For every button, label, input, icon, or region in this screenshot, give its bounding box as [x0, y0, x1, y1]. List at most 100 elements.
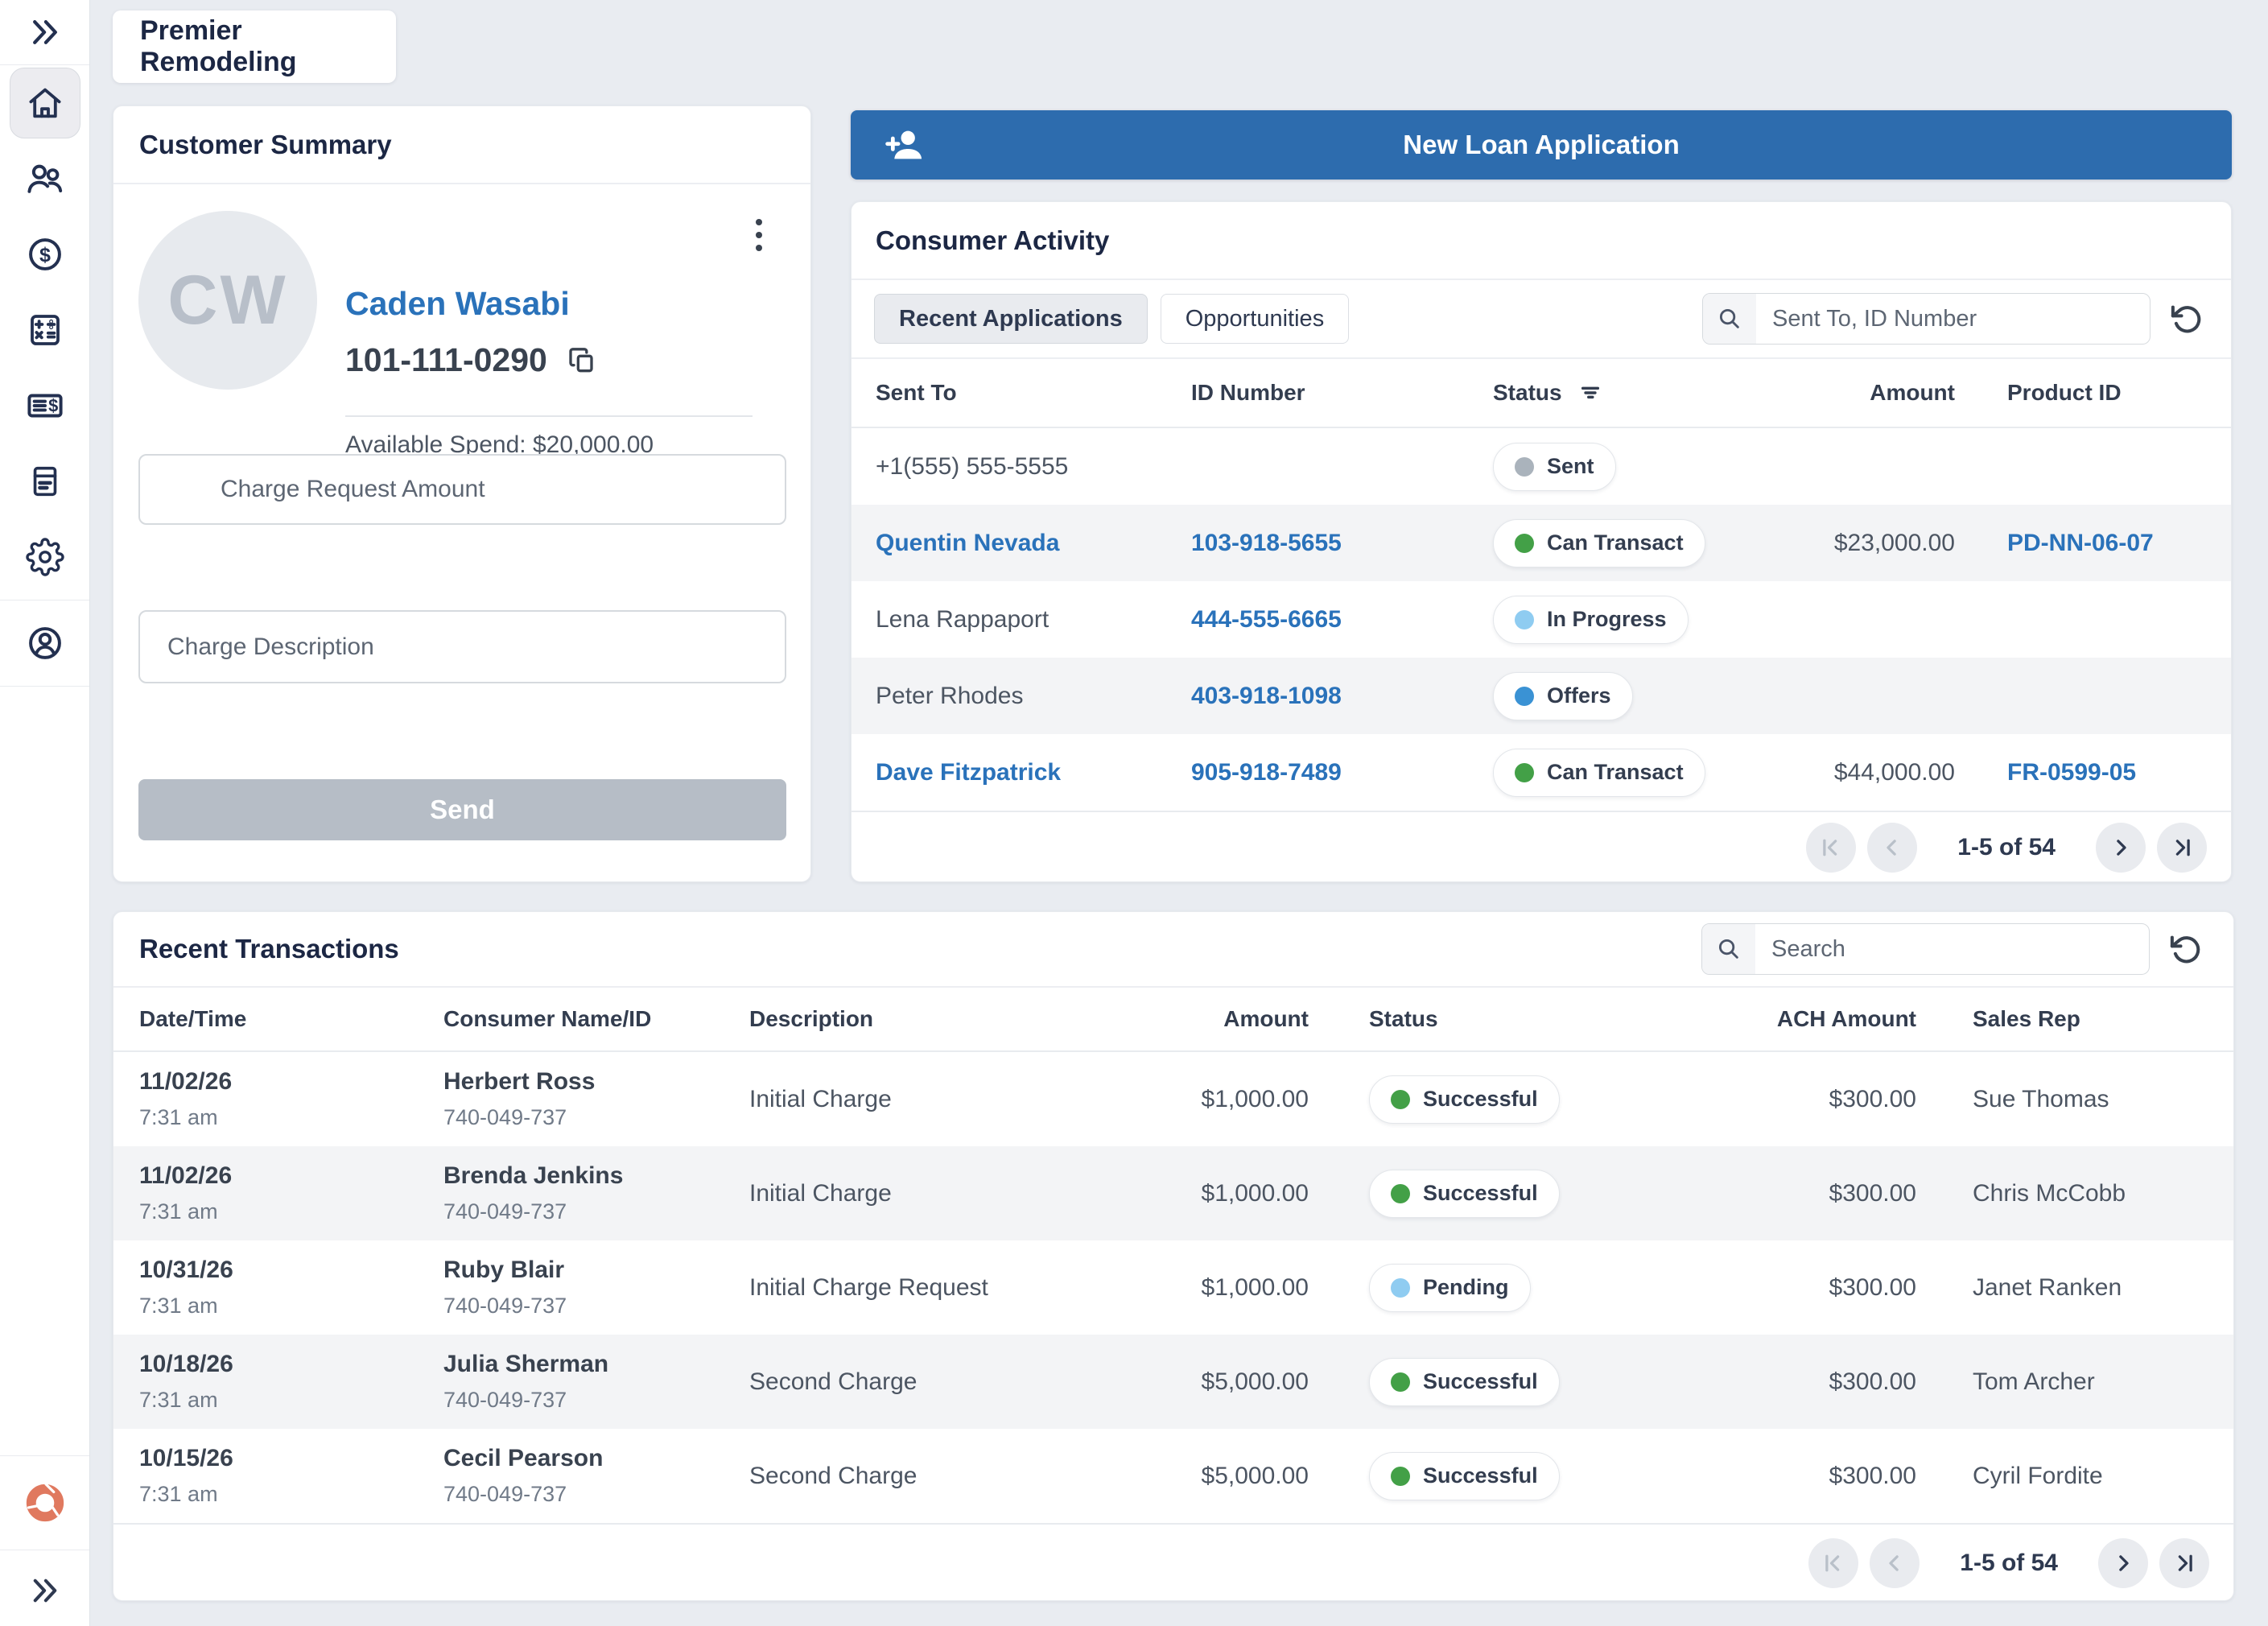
status-dot — [1515, 763, 1534, 782]
status-dot — [1515, 610, 1534, 629]
status-dot — [1391, 1372, 1410, 1392]
description: Initial Charge Request — [749, 1274, 1168, 1302]
column-status: Status — [1493, 380, 1562, 406]
consumer-id: 740-049-737 — [443, 1105, 749, 1130]
status-dot — [1515, 687, 1534, 706]
table-row[interactable]: 10/15/267:31 am Cecil Pearson740-049-737… — [113, 1429, 2233, 1523]
last-page-button[interactable] — [2157, 823, 2207, 873]
id-number-link[interactable]: 403-918-1098 — [1191, 683, 1342, 709]
consumer-id: 740-049-737 — [443, 1482, 749, 1507]
status-dot — [1515, 534, 1534, 553]
sidebar-collapse-button[interactable] — [0, 0, 89, 65]
tab-opportunities[interactable]: Opportunities — [1161, 294, 1350, 344]
time: 7:31 am — [139, 1294, 443, 1319]
consumer-name: Brenda Jenkins — [443, 1162, 749, 1190]
recent-transactions-search-input[interactable] — [1755, 924, 2149, 974]
id-number-link[interactable]: 444-555-6665 — [1191, 606, 1342, 633]
column-amount: Amount — [1168, 1006, 1309, 1032]
next-page-button[interactable] — [2096, 823, 2146, 873]
product-id-link[interactable]: PD-NN-06-07 — [2007, 530, 2154, 556]
consumer-activity-pagination: 1-5 of 54 — [852, 811, 2231, 883]
consumer-activity-title: Consumer Activity — [876, 225, 1109, 256]
table-row[interactable]: 10/31/267:31 am Ruby Blair740-049-737 In… — [113, 1240, 2233, 1335]
time: 7:31 am — [139, 1199, 443, 1224]
sidebar-item-home[interactable] — [0, 65, 89, 141]
merchant-name: Premier Remodeling — [140, 15, 396, 78]
first-page-button[interactable] — [1806, 823, 1856, 873]
sent-to-link[interactable]: Quentin Nevada — [876, 530, 1059, 556]
send-button[interactable]: Send — [138, 779, 786, 840]
table-row[interactable]: Dave Fitzpatrick 905-918-7489 Can Transa… — [852, 734, 2231, 811]
consumer-activity-search — [1702, 293, 2150, 345]
column-description: Description — [749, 1006, 1168, 1032]
merchant-name-tab[interactable]: Premier Remodeling — [113, 10, 396, 83]
customer-summary-header: Customer Summary — [113, 106, 810, 184]
sales-rep: Chris McCobb — [1916, 1180, 2208, 1207]
pagination-label: 1-5 of 54 — [1957, 834, 2056, 861]
recent-transactions-pagination: 1-5 of 54 — [113, 1523, 2233, 1602]
charge-request-amount-input[interactable] — [138, 454, 786, 525]
sidebar-item-settings[interactable] — [0, 519, 89, 595]
brand-swirl-icon — [23, 1480, 68, 1525]
search-icon — [1702, 924, 1755, 974]
sent-to-cell: +1(555) 555-5555 — [876, 453, 1191, 481]
table-row[interactable]: 11/02/267:31 am Herbert Ross740-049-737 … — [113, 1052, 2233, 1146]
sidebar-item-account[interactable] — [0, 605, 89, 681]
customer-menu-button[interactable] — [741, 209, 777, 261]
table-row[interactable]: Peter Rhodes 403-918-1098 Offers — [852, 658, 2231, 734]
charge-description-input[interactable] — [138, 610, 786, 683]
sidebar-item-documents[interactable] — [0, 444, 89, 519]
ach-amount: $300.00 — [1691, 1463, 1916, 1490]
new-loan-application-button[interactable]: New Loan Application — [851, 110, 2232, 180]
previous-page-button[interactable] — [1870, 1538, 1920, 1588]
dollar-circle-icon: $ — [25, 234, 65, 274]
column-status: Status — [1309, 1006, 1691, 1032]
copy-icon[interactable] — [567, 345, 599, 377]
status-dot — [1391, 1090, 1410, 1109]
consumer-name: Herbert Ross — [443, 1068, 749, 1096]
description: Initial Charge — [749, 1086, 1168, 1113]
reset-search-button[interactable] — [2163, 296, 2208, 341]
product-id-link[interactable]: FR-0599-05 — [2007, 759, 2136, 786]
status-badge: Successful — [1369, 1452, 1560, 1500]
status-dot — [1391, 1467, 1410, 1486]
sidebar-item-customers[interactable] — [0, 141, 89, 217]
id-number-link[interactable]: 905-918-7489 — [1191, 759, 1342, 786]
status-badge: In Progress — [1493, 596, 1689, 644]
reset-search-button[interactable] — [2163, 926, 2208, 972]
last-page-button[interactable] — [2159, 1538, 2209, 1588]
column-consumer-name-id: Consumer Name/ID — [443, 1006, 749, 1032]
status-dot — [1515, 457, 1534, 477]
tab-recent-applications[interactable]: Recent Applications — [874, 294, 1148, 344]
first-page-button[interactable] — [1808, 1538, 1858, 1588]
sidebar-item-invoices[interactable]: $ — [0, 368, 89, 444]
filter-icon[interactable] — [1577, 379, 1604, 406]
brand-logo — [0, 1461, 89, 1545]
app-window: $ $ — [0, 0, 2268, 1626]
recent-transactions-card: Recent Transactions Date/Time Consumer N… — [113, 911, 2234, 1601]
sidebar-expand-button[interactable] — [0, 1555, 89, 1626]
column-ach-amount: ACH Amount — [1691, 1006, 1916, 1032]
calculator-icon — [26, 311, 64, 349]
sent-to-link[interactable]: Dave Fitzpatrick — [876, 759, 1061, 786]
double-chevron-right-icon — [28, 1574, 62, 1607]
document-icon — [27, 463, 64, 500]
customer-name-link[interactable]: Caden Wasabi — [345, 285, 570, 323]
recent-transactions-title: Recent Transactions — [139, 934, 399, 964]
divider — [345, 415, 753, 417]
amount: $5,000.00 — [1168, 1463, 1309, 1490]
description: Initial Charge — [749, 1180, 1168, 1207]
table-row[interactable]: Quentin Nevada 103-918-5655 Can Transact… — [852, 505, 2231, 581]
sales-rep: Sue Thomas — [1916, 1086, 2208, 1113]
previous-page-button[interactable] — [1867, 823, 1917, 873]
consumer-activity-search-input[interactable] — [1756, 294, 2150, 344]
sidebar-item-calculator[interactable] — [0, 292, 89, 368]
table-row[interactable]: Lena Rappaport 444-555-6665 In Progress — [852, 581, 2231, 658]
id-number-link[interactable]: 103-918-5655 — [1191, 530, 1342, 556]
next-page-button[interactable] — [2098, 1538, 2148, 1588]
sidebar-item-payments[interactable]: $ — [0, 217, 89, 292]
users-icon — [25, 159, 65, 199]
table-row[interactable]: 10/18/267:31 am Julia Sherman740-049-737… — [113, 1335, 2233, 1429]
table-row[interactable]: 11/02/267:31 am Brenda Jenkins740-049-73… — [113, 1146, 2233, 1240]
table-row[interactable]: +1(555) 555-5555 Sent — [852, 428, 2231, 505]
